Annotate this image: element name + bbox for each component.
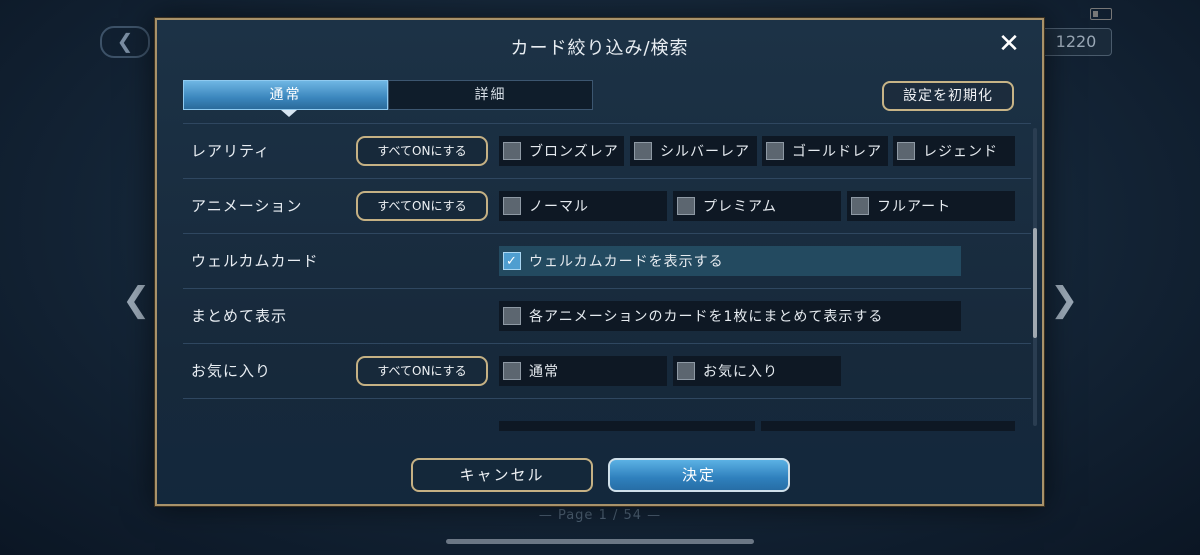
option-partial[interactable]	[499, 421, 755, 431]
next-page-arrow-icon[interactable]: ❯	[1050, 280, 1079, 320]
tab-bar: 通常 詳細	[183, 80, 593, 110]
filter-row-next-partial	[183, 398, 1031, 431]
option-label: 各アニメーションのカードを1枚にまとめて表示する	[529, 309, 884, 325]
option-partial[interactable]	[761, 421, 1015, 431]
back-button[interactable]: ❮	[100, 26, 150, 58]
option-label: ゴールドレア	[792, 144, 882, 160]
home-indicator[interactable]	[446, 539, 754, 544]
close-icon[interactable]: ✕	[994, 29, 1024, 59]
option-label: 通常	[529, 364, 559, 380]
row-label: まとめて表示	[191, 307, 288, 325]
dialog-title: カード絞り込み/検索	[510, 38, 689, 59]
checkbox-icon	[677, 197, 695, 215]
option-favorite[interactable]: お気に入り	[673, 356, 841, 386]
option-bronze-rare[interactable]: ブロンズレア	[499, 136, 624, 166]
option-group-animations[interactable]: 各アニメーションのカードを1枚にまとめて表示する	[499, 301, 961, 331]
option-silver-rare[interactable]: シルバーレア	[630, 136, 757, 166]
filter-row-animation: アニメーション すべてONにする ノーマル プレミアム フルアート	[183, 178, 1031, 233]
favorites-all-on-button[interactable]: すべてONにする	[356, 356, 488, 386]
option-normal-favorite[interactable]: 通常	[499, 356, 667, 386]
checkmark-icon: ✓	[503, 252, 521, 270]
filter-list: レアリティ すべてONにする ブロンズレア シルバーレア ゴールドレア レジェン…	[183, 123, 1033, 431]
option-label: ウェルカムカードを表示する	[529, 254, 724, 270]
checkbox-icon	[503, 197, 521, 215]
filter-row-rarity: レアリティ すべてONにする ブロンズレア シルバーレア ゴールドレア レジェン…	[183, 123, 1031, 178]
row-label: アニメーション	[191, 197, 303, 215]
scrollbar-thumb[interactable]	[1033, 228, 1037, 338]
tab-normal[interactable]: 通常	[183, 80, 388, 110]
filter-search-dialog: カード絞り込み/検索 ✕ 通常 詳細 設定を初期化 レアリティ すべてONにする…	[155, 18, 1044, 506]
rarity-all-on-button[interactable]: すべてONにする	[356, 136, 488, 166]
animation-all-on-button[interactable]: すべてONにする	[356, 191, 488, 221]
row-label: お気に入り	[191, 362, 272, 380]
prev-page-arrow-icon[interactable]: ❮	[122, 280, 151, 320]
battery-icon	[1090, 8, 1112, 20]
option-label: レジェンド	[923, 144, 998, 160]
row-label: ウェルカムカード	[191, 252, 319, 270]
reset-settings-button[interactable]: 設定を初期化	[882, 81, 1014, 111]
filter-row-group-display: まとめて表示 各アニメーションのカードを1枚にまとめて表示する	[183, 288, 1031, 343]
checkbox-icon	[503, 362, 521, 380]
option-label: ノーマル	[529, 199, 589, 215]
checkbox-icon	[766, 142, 784, 160]
page-indicator: — Page 1 / 54 —	[538, 508, 662, 523]
checkbox-icon	[503, 307, 521, 325]
tab-detail[interactable]: 詳細	[388, 80, 593, 110]
scrollbar[interactable]	[1033, 128, 1037, 426]
active-tab-pointer-icon	[281, 110, 297, 117]
option-normal-animation[interactable]: ノーマル	[499, 191, 667, 221]
option-legend[interactable]: レジェンド	[893, 136, 1015, 166]
cancel-button[interactable]: キャンセル	[411, 458, 593, 492]
option-full-art[interactable]: フルアート	[847, 191, 1015, 221]
checkbox-icon	[503, 142, 521, 160]
option-premium[interactable]: プレミアム	[673, 191, 841, 221]
option-label: ブロンズレア	[529, 144, 619, 160]
filter-row-favorites: お気に入り すべてONにする 通常 お気に入り	[183, 343, 1031, 398]
confirm-button[interactable]: 決定	[608, 458, 790, 492]
option-gold-rare[interactable]: ゴールドレア	[762, 136, 888, 166]
filter-row-welcome-card: ウェルカムカード ✓ ウェルカムカードを表示する	[183, 233, 1031, 288]
option-label: フルアート	[877, 199, 952, 215]
option-label: プレミアム	[703, 199, 778, 215]
option-label: シルバーレア	[660, 144, 750, 160]
gold-counter: 1220	[1040, 28, 1112, 56]
checkbox-icon	[677, 362, 695, 380]
checkbox-icon	[851, 197, 869, 215]
checkbox-icon	[897, 142, 915, 160]
option-show-welcome-card[interactable]: ✓ ウェルカムカードを表示する	[499, 246, 961, 276]
row-label: レアリティ	[191, 142, 271, 160]
checkbox-icon	[634, 142, 652, 160]
option-label: お気に入り	[703, 364, 778, 380]
